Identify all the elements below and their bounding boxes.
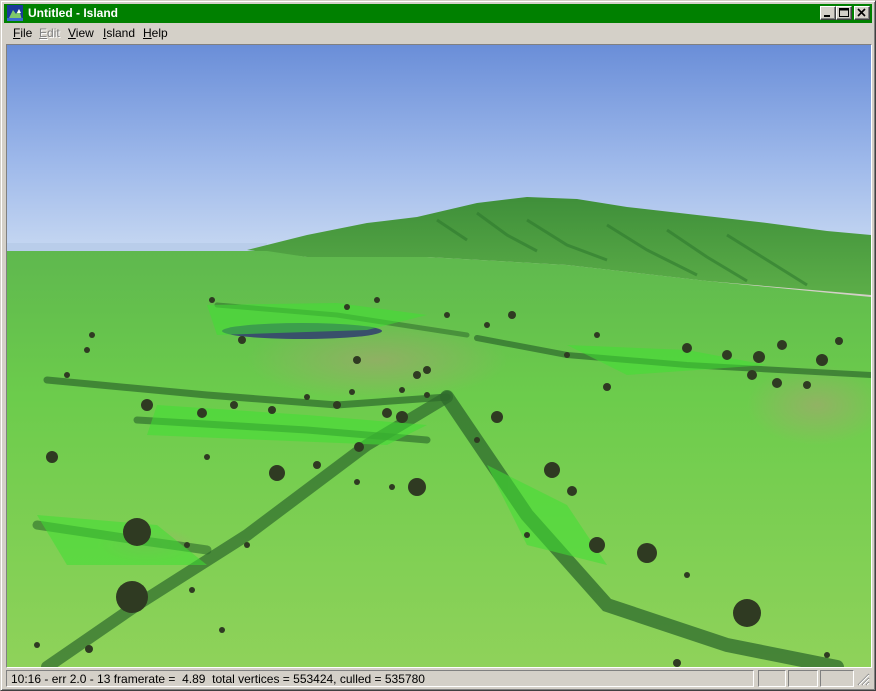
minimize-icon <box>824 15 830 17</box>
status-text: 10:16 - err 2.0 - 13 framerate = 4.89 to… <box>11 672 425 686</box>
menu-help[interactable]: Help <box>143 26 168 40</box>
menu-bar: File Edit View Island Help <box>4 23 872 42</box>
title-bar[interactable]: Untitled - Island <box>4 4 872 23</box>
minimize-button[interactable] <box>820 6 836 20</box>
menu-file[interactable]: File <box>13 26 32 40</box>
terrain-render[interactable] <box>7 45 871 667</box>
status-pane <box>788 670 818 687</box>
close-button[interactable] <box>854 6 870 20</box>
status-pane-main: 10:16 - err 2.0 - 13 framerate = 4.89 to… <box>6 670 754 687</box>
terrain-viewport[interactable] <box>6 44 872 668</box>
maximize-button[interactable] <box>836 6 852 20</box>
resize-grip-icon[interactable] <box>857 673 870 686</box>
window-title: Untitled - Island <box>28 6 118 20</box>
application-window: Untitled - Island File Edit View Island … <box>0 0 876 691</box>
status-pane <box>758 670 786 687</box>
status-pane <box>820 670 854 687</box>
menu-island[interactable]: Island <box>103 26 135 40</box>
distant-horizon <box>7 243 267 251</box>
maximize-icon <box>839 8 849 17</box>
close-icon <box>857 8 866 17</box>
menu-edit: Edit <box>39 26 60 40</box>
status-bar: 10:16 - err 2.0 - 13 framerate = 4.89 to… <box>4 669 872 689</box>
island-app-icon[interactable] <box>7 5 23 21</box>
menu-view[interactable]: View <box>68 26 94 40</box>
